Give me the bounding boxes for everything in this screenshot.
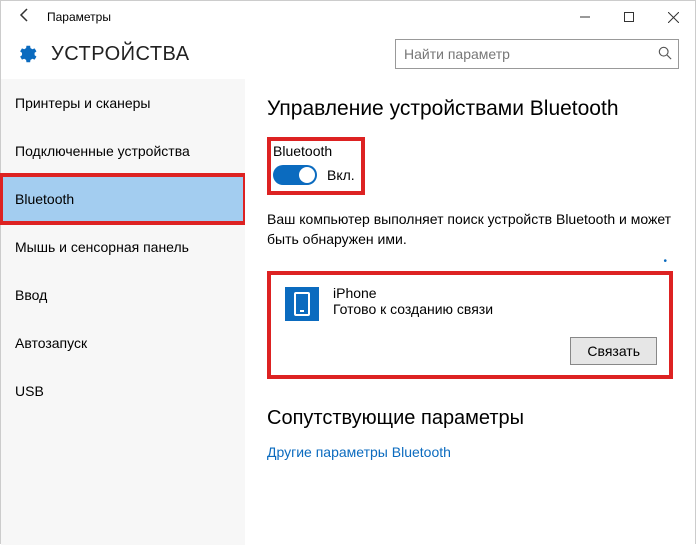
search-icon	[658, 46, 672, 63]
search-input[interactable]: Найти параметр	[395, 39, 679, 69]
scroll-indicator: •	[267, 256, 673, 267]
sidebar: Принтеры и сканеры Подключенные устройст…	[1, 79, 245, 545]
settings-gear-icon	[15, 43, 37, 65]
bluetooth-label: Bluetooth	[273, 143, 355, 159]
sidebar-item-connected-devices[interactable]: Подключенные устройства	[1, 127, 245, 175]
other-bluetooth-settings-link[interactable]: Другие параметры Bluetooth	[267, 444, 673, 460]
titlebar: Параметры	[1, 1, 695, 33]
sidebar-item-label: Мышь и сенсорная панель	[15, 239, 189, 255]
related-settings-heading: Сопутствующие параметры	[267, 407, 673, 430]
pair-button[interactable]: Связать	[570, 337, 657, 365]
content-title: Управление устройствами Bluetooth	[267, 97, 673, 121]
device-status: Готово к созданию связи	[333, 301, 493, 317]
sidebar-item-mouse-touchpad[interactable]: Мышь и сенсорная панель	[1, 223, 245, 271]
sidebar-item-label: Подключенные устройства	[15, 143, 190, 159]
minimize-button[interactable]	[563, 1, 607, 33]
sidebar-item-autoplay[interactable]: Автозапуск	[1, 319, 245, 367]
sidebar-item-label: Ввод	[15, 287, 47, 303]
sidebar-item-usb[interactable]: USB	[1, 367, 245, 415]
device-row[interactable]: iPhone Готово к созданию связи	[281, 285, 659, 321]
phone-icon	[285, 287, 319, 321]
sidebar-item-bluetooth[interactable]: Bluetooth	[1, 175, 245, 223]
page-heading: УСТРОЙСТВА	[51, 43, 190, 66]
bluetooth-state: Вкл.	[327, 167, 355, 183]
close-button[interactable]	[651, 1, 695, 33]
sidebar-item-typing[interactable]: Ввод	[1, 271, 245, 319]
back-button[interactable]	[9, 7, 41, 28]
bluetooth-description: Ваш компьютер выполняет поиск устройств …	[267, 209, 673, 250]
search-placeholder: Найти параметр	[404, 46, 510, 62]
maximize-button[interactable]	[607, 1, 651, 33]
device-block: iPhone Готово к созданию связи Связать	[267, 271, 673, 379]
sidebar-item-label: Bluetooth	[15, 191, 74, 207]
sidebar-item-label: Принтеры и сканеры	[15, 95, 150, 111]
header: УСТРОЙСТВА Найти параметр	[1, 33, 695, 79]
bluetooth-toggle[interactable]	[273, 165, 317, 185]
sidebar-item-printers[interactable]: Принтеры и сканеры	[1, 79, 245, 127]
window-controls	[563, 1, 695, 33]
bluetooth-toggle-block: Bluetooth Вкл.	[267, 137, 365, 195]
content-pane: Управление устройствами Bluetooth Blueto…	[245, 79, 695, 545]
sidebar-item-label: USB	[15, 383, 44, 399]
window-title: Параметры	[47, 10, 111, 24]
device-name: iPhone	[333, 285, 493, 301]
sidebar-item-label: Автозапуск	[15, 335, 87, 351]
